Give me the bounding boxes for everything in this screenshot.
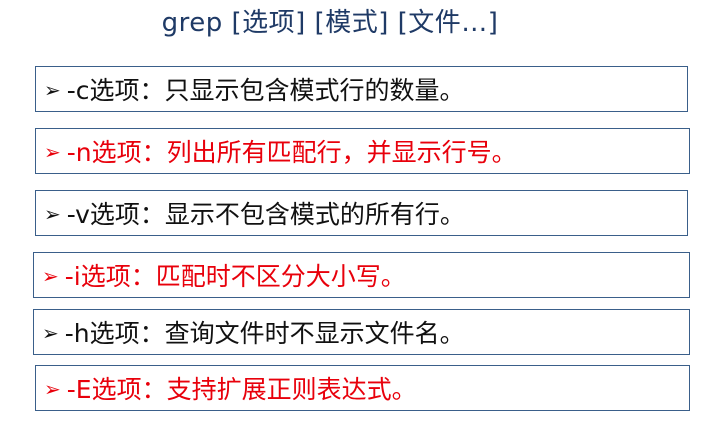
option-text-n: -n选项：列出所有匹配行，并显示行号。: [66, 138, 517, 167]
option-box-h: ➢ -h选项：查询文件时不显示文件名。: [33, 309, 690, 355]
option-text-h: -h选项：查询文件时不显示文件名。: [64, 319, 465, 348]
option-box-E: ➢ -E选项：支持扩展正则表达式。: [35, 365, 690, 411]
option-text-E: -E选项：支持扩展正则表达式。: [66, 375, 417, 404]
slide-title: grep [选项] [模式] [文件…]: [161, 8, 499, 38]
arrow-bullet-icon: ➢: [44, 78, 61, 102]
arrow-bullet-icon: ➢: [42, 264, 59, 288]
option-text-v: -v选项：显示不包含模式的所有行。: [66, 200, 465, 229]
option-box-c: ➢ -c选项：只显示包含模式行的数量。: [35, 66, 688, 112]
option-box-n: ➢ -n选项：列出所有匹配行，并显示行号。: [35, 128, 690, 174]
option-box-v: ➢ -v选项：显示不包含模式的所有行。: [35, 190, 688, 236]
arrow-bullet-icon: ➢: [44, 377, 61, 401]
arrow-bullet-icon: ➢: [44, 140, 61, 164]
option-box-i: ➢ -i选项：匹配时不区分大小写。: [33, 252, 690, 298]
option-text-i: -i选项：匹配时不区分大小写。: [64, 262, 406, 291]
arrow-bullet-icon: ➢: [44, 202, 61, 226]
arrow-bullet-icon: ➢: [42, 321, 59, 345]
option-text-c: -c选项：只显示包含模式行的数量。: [66, 76, 465, 105]
